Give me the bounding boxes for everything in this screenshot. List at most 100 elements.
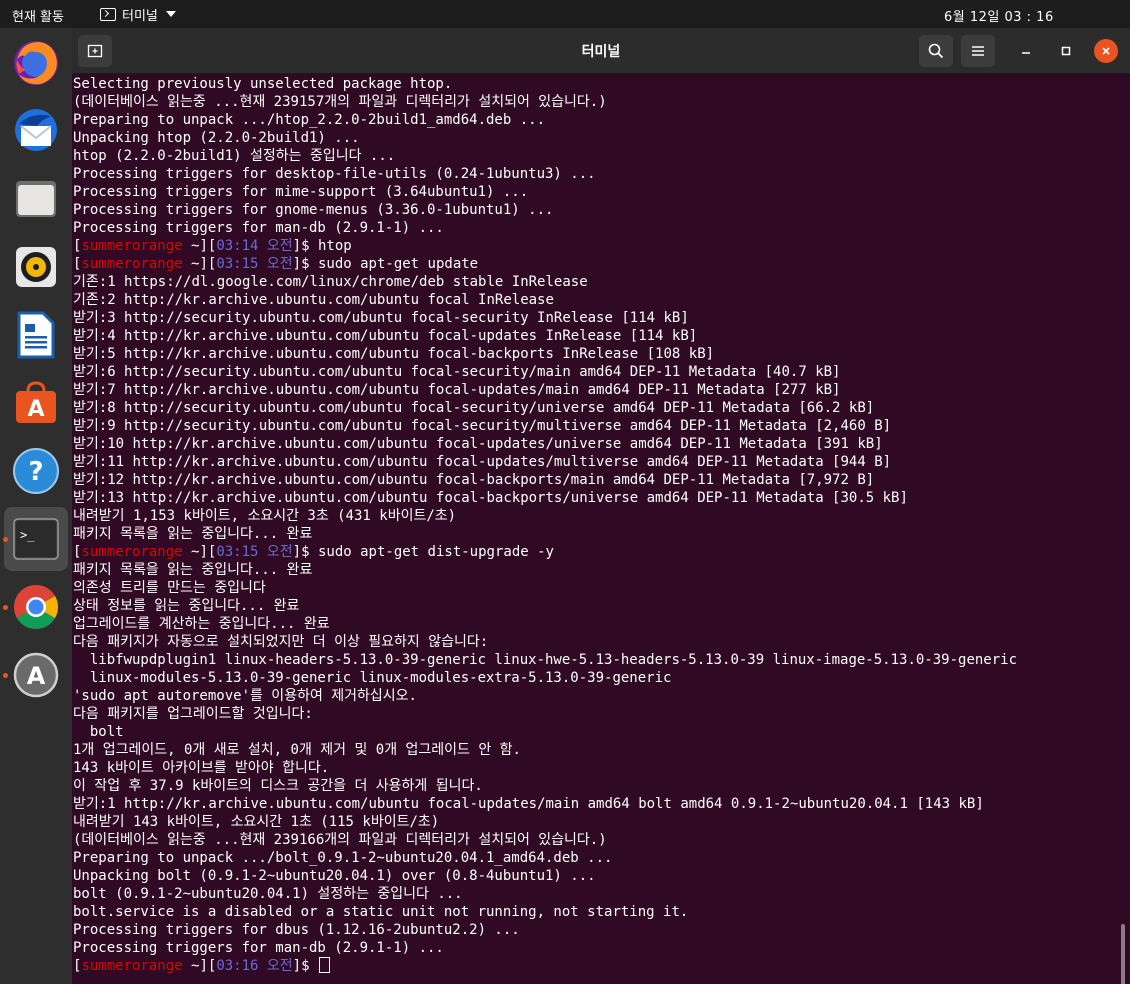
dock-writer[interactable] [4,303,68,367]
minimize-icon [1022,52,1030,54]
hamburger-menu-button[interactable] [961,35,995,67]
files-icon [16,181,56,217]
dock-chrome[interactable] [4,575,68,639]
svg-text:>_: >_ [20,528,35,542]
output-line: linux-modules-5.13.0-39-generic linux-mo… [73,670,672,686]
output-line: bolt (0.9.1-2~ubuntu20.04.1) 설정하는 중입니다 .… [73,886,463,902]
output-line: (데이터베이스 읽는중 ...현재 239157개의 파일과 디렉터리가 설치되… [73,94,607,110]
prompt-time: 03:15 오전 [216,544,293,560]
prompt-bracket: ][ [199,544,217,560]
output-line: 받기:9 http://security.ubuntu.com/ubuntu f… [73,418,892,434]
output-line: 내려받기 143 k바이트, 소요시간 1초 (115 k바이트/초) [73,814,440,830]
app-menu[interactable]: 터미널 [100,4,176,24]
dock-files[interactable] [4,167,68,231]
prompt-dollar: ]$ [292,238,318,254]
dock-thunderbird[interactable] [4,99,68,163]
output-line: 업그레이드를 계산하는 중입니다... 완료 [73,616,330,632]
output-line: 기존:1 https://dl.google.com/linux/chrome/… [73,274,588,290]
output-line: Processing triggers for dbus (1.12.16-2u… [73,922,520,938]
close-icon [1102,47,1110,55]
new-tab-button[interactable] [78,35,112,67]
output-line: 받기:7 http://kr.archive.ubuntu.com/ubuntu… [73,382,841,398]
caret-down-icon [165,11,176,17]
output-line: Processing triggers for gnome-menus (3.3… [73,202,554,218]
text-cursor [318,957,330,973]
prompt-bracket: ][ [199,958,217,974]
prompt-line: [summerorange ~][03:15 오전]$ sudo apt-get… [73,543,1017,561]
prompt-dollar: ]$ [292,544,318,560]
command-text: sudo apt-get dist-upgrade -y [317,544,554,560]
minimize-button[interactable] [1014,39,1038,63]
activities-button[interactable]: 현재 활동 [12,6,64,25]
dock-software[interactable]: A [4,371,68,435]
dock-help[interactable]: ? [4,439,68,503]
output-line: Processing triggers for desktop-file-uti… [73,166,596,182]
terminal-window: 터미널 Selecting previously unselected pack… [72,28,1130,984]
svg-text:?: ? [28,457,43,487]
clock[interactable]: 6월 12일 03 : 16 [944,6,1054,25]
hamburger-icon [972,46,984,56]
output-line: 143 k바이트 아카이브를 받아야 합니다. [73,760,330,776]
terminal-running-dot [3,537,8,542]
output-line: bolt [73,724,124,740]
output-line: 받기:12 http://kr.archive.ubuntu.com/ubunt… [73,472,875,488]
dock-terminal[interactable]: >_ [4,507,68,571]
terminal-icon: >_ [13,518,59,560]
prompt-line: [summerorange ~][03:14 오전]$ htop [73,237,1017,255]
maximize-button[interactable] [1054,39,1078,63]
prompt-user: summerorange [81,238,183,254]
output-line: 내려받기 1,153 k바이트, 소요시간 3초 (431 k바이트/초) [73,508,457,524]
output-line: 1개 업그레이드, 0개 새로 설치, 0개 제거 및 0개 업그레이드 안 함… [73,742,521,758]
output-line: 받기:3 http://security.ubuntu.com/ubuntu f… [73,310,689,326]
prompt-time: 03:14 오전 [216,238,293,254]
output-line: Processing triggers for man-db (2.9.1-1)… [73,940,444,956]
output-line: htop (2.2.0-2build1) 설정하는 중입니다 ... [73,148,396,164]
output-line: Selecting previously unselected package … [73,76,453,92]
output-line: 받기:5 http://kr.archive.ubuntu.com/ubuntu… [73,346,715,362]
svg-text:A: A [27,397,44,422]
output-line: 패키지 목록을 읽는 중입니다... 완료 [73,562,313,578]
terminal-small-icon [100,7,116,21]
output-line: 받기:8 http://security.ubuntu.com/ubuntu f… [73,400,875,416]
search-button[interactable] [919,35,953,67]
output-line: 받기:13 http://kr.archive.ubuntu.com/ubunt… [73,490,908,506]
scrollbar[interactable] [1121,924,1125,984]
output-line: 'sudo apt autoremove'를 이용하여 제거하십시오. [73,688,417,704]
dock-firefox[interactable] [4,31,68,95]
output-line: 받기:10 http://kr.archive.ubuntu.com/ubunt… [73,436,883,452]
close-button[interactable] [1094,39,1118,63]
command-text: sudo apt-get update [317,256,479,272]
prompt-time: 03:15 오전 [216,256,293,272]
dock-updater[interactable]: A [4,643,68,707]
header-bar[interactable]: 터미널 [72,28,1130,74]
output-line: 패키지 목록을 읽는 중입니다... 완료 [73,526,313,542]
rhythmbox-icon [16,247,56,287]
app-menu-label: 터미널 [122,8,158,24]
prompt-line: [summerorange ~][03:15 오전]$ sudo apt-get… [73,255,1017,273]
prompt-user: summerorange [81,958,183,974]
prompt-dollar: ]$ [292,256,318,272]
prompt-bracket: ][ [199,238,217,254]
software-icon: A [16,381,56,423]
dock: A ? >_ A [0,28,72,984]
updater-running-dot [3,673,8,678]
updater-icon: A [13,652,59,698]
output-line: 받기:11 http://kr.archive.ubuntu.com/ubunt… [73,454,892,470]
search-icon [928,43,944,59]
firefox-icon [14,41,58,85]
dock-rhythmbox[interactable] [4,235,68,299]
prompt-time: 03:16 오전 [216,958,293,974]
prompt-user: summerorange [81,256,183,272]
output-line: 상태 정보를 읽는 중입니다... 완료 [73,598,300,614]
writer-icon [17,311,55,359]
output-line: (데이터베이스 읽는중 ...현재 239166개의 파일과 디렉터리가 설치되… [73,832,607,848]
help-icon: ? [13,448,59,494]
terminal-output[interactable]: Selecting previously unselected package … [72,74,1130,984]
command-text: htop [317,238,352,254]
terminal-lines: Selecting previously unselected package … [73,75,1017,975]
output-line: 받기:4 http://kr.archive.ubuntu.com/ubuntu… [73,328,698,344]
